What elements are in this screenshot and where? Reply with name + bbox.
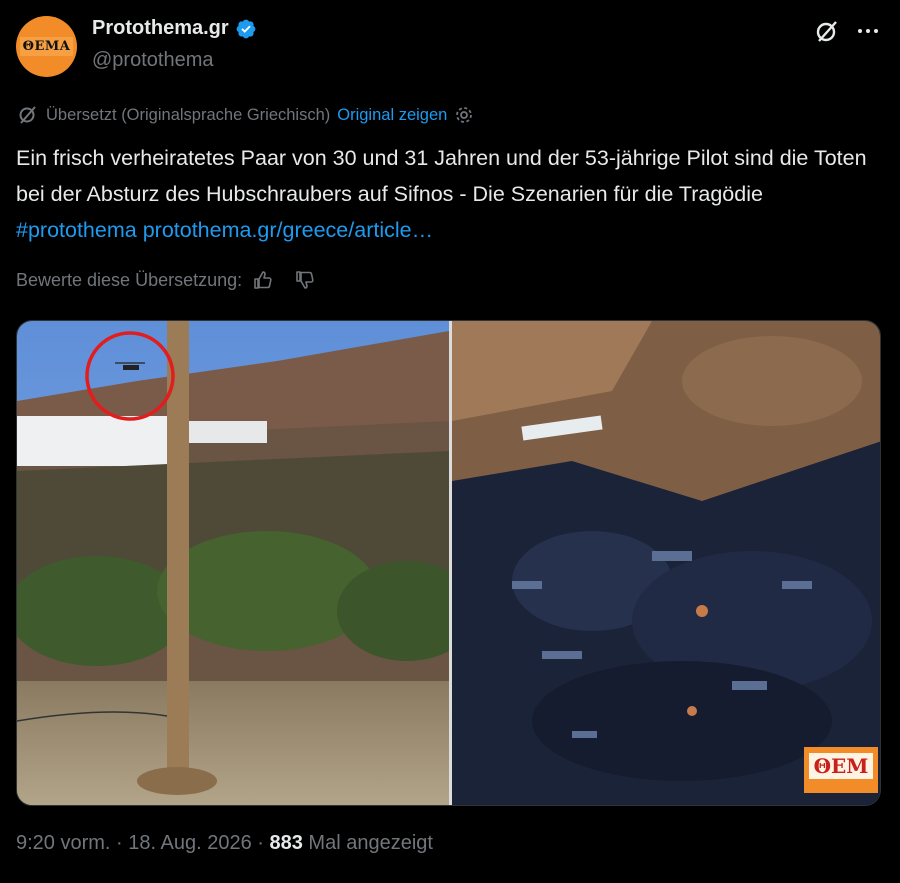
verified-badge-icon [236,19,256,38]
avatar-logo-text: ΘΕΜΑ [19,37,74,56]
more-dots-icon [858,29,878,33]
handle[interactable]: @protothema [92,49,213,72]
article-link[interactable]: protothema.gr/greece/article… [143,218,433,242]
grok-icon[interactable] [814,19,840,45]
post-meta-row: 9:20 vorm. · 18. Aug. 2026 · 883 Mal ang… [16,832,433,855]
thumbs-up-icon[interactable] [252,269,274,291]
tweet-text: Ein frisch verheiratetes Paar von 30 und… [16,140,876,248]
view-count: 883 [269,832,303,854]
display-name[interactable]: Protothema.gr [92,17,229,40]
tweet-body: Ein frisch verheiratetes Paar von 30 und… [16,146,867,206]
photo-wreckage[interactable]: ΘΕΜ [452,321,880,805]
more-icon[interactable] [856,21,880,41]
views-label: Mal angezeigt [302,832,433,854]
hashtag-link[interactable]: #protothema [16,218,137,242]
wreckage-image: ΘΕΜ [452,321,880,805]
watermark-text: ΘΕΜ [814,754,869,778]
avatar[interactable]: ΘΕΜΑ [16,16,77,77]
media-container[interactable]: ΘΕΜ [16,320,881,806]
rate-label: Bewerte diese Übersetzung: [16,269,243,290]
translation-row: Übersetzt (Originalsprache Griechisch) O… [17,104,474,126]
translation-label: Übersetzt (Originalsprache Griechisch) [46,105,331,124]
author-name-row[interactable]: Protothema.gr [92,17,257,40]
show-original-link[interactable]: Original zeigen [337,106,447,125]
separator: · [110,832,129,854]
post-time[interactable]: 9:20 vorm. [16,832,110,854]
gear-icon[interactable] [454,105,474,125]
thumbs-down-icon[interactable] [294,269,316,291]
post-date[interactable]: 18. Aug. 2026 [128,832,251,854]
separator: · [251,832,270,854]
photo-helicopter-scene[interactable] [17,321,449,805]
translate-icon [19,106,36,124]
helicopter-scene-image [17,321,449,805]
rate-translation-row: Bewerte diese Übersetzung: [16,269,316,291]
